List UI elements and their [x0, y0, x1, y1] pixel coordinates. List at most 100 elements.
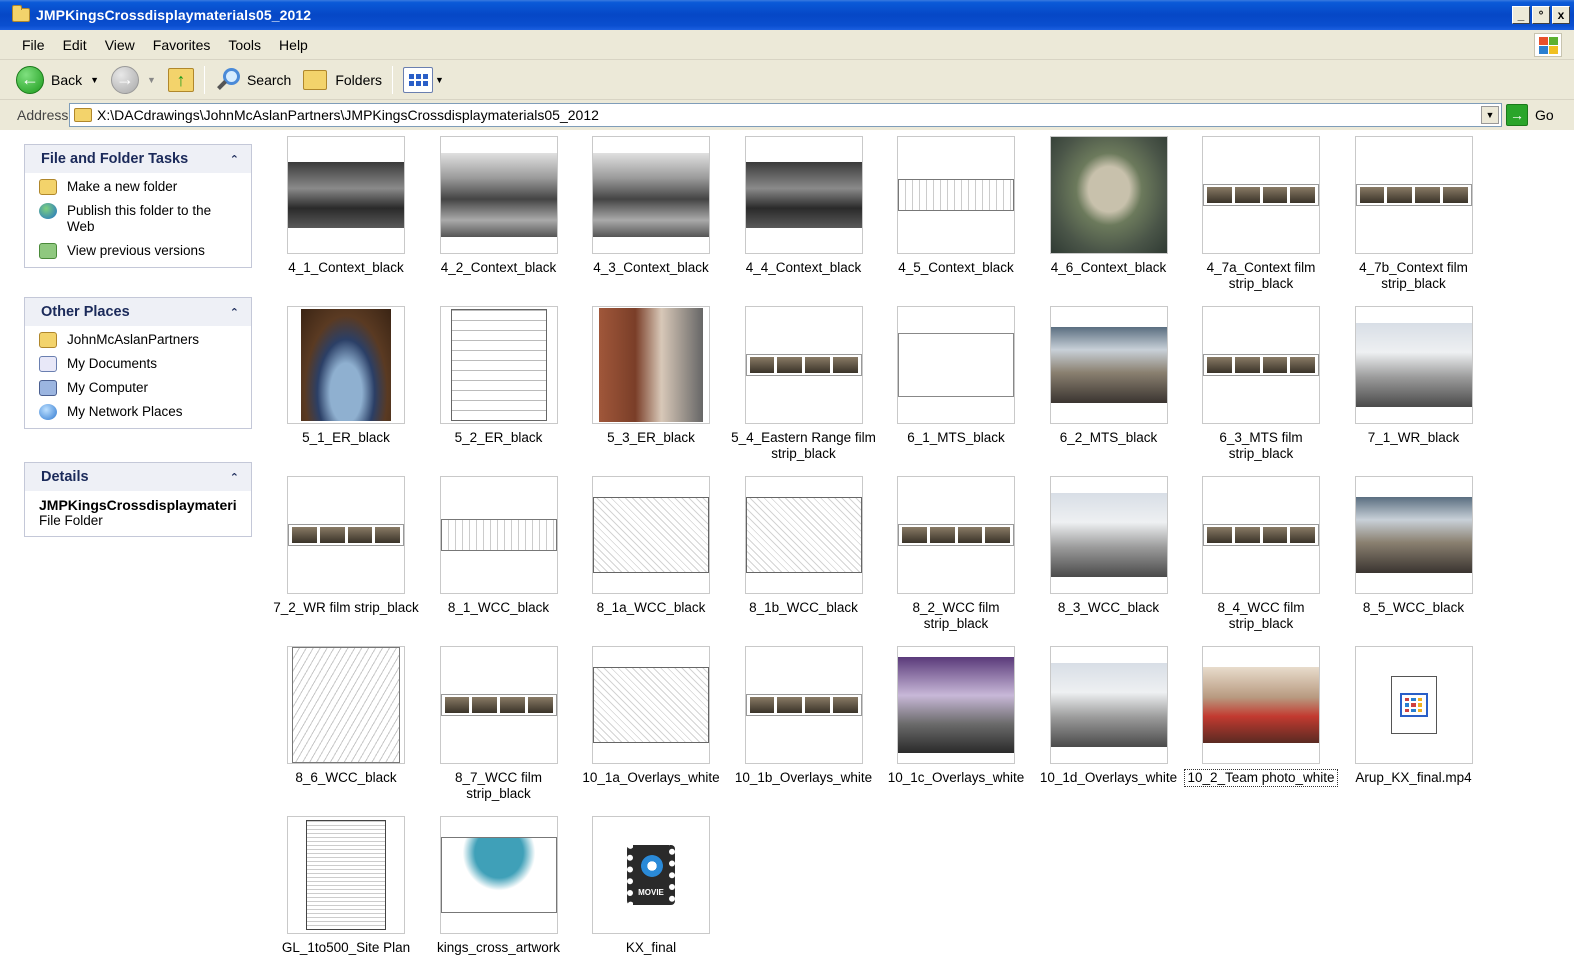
menu-edit[interactable]: Edit: [54, 37, 96, 53]
menu-tools[interactable]: Tools: [219, 37, 270, 53]
folders-button[interactable]: Folders: [297, 63, 388, 97]
file-name-label[interactable]: 10_1c_Overlays_white: [880, 770, 1032, 786]
file-item[interactable]: 7_2_WR film strip_black: [270, 476, 422, 616]
file-item[interactable]: 4_7a_Context film strip_black: [1185, 136, 1337, 292]
file-item[interactable]: 8_5_WCC_black: [1338, 476, 1490, 616]
file-thumbnail[interactable]: [897, 476, 1015, 594]
file-thumbnail[interactable]: [287, 646, 405, 764]
other-places-header[interactable]: Other Places ⌃: [25, 298, 251, 326]
place-my-network-places[interactable]: My Network Places: [39, 404, 239, 420]
file-item[interactable]: 5_1_ER_black: [270, 306, 422, 446]
file-thumbnail[interactable]: [1049, 476, 1168, 594]
file-item[interactable]: 8_1a_WCC_black: [575, 476, 727, 616]
file-name-label[interactable]: Arup_KX_final.mp4: [1338, 770, 1490, 786]
file-name-label[interactable]: 4_1_Context_black: [270, 260, 422, 276]
file-name-label[interactable]: 8_1a_WCC_black: [575, 600, 727, 616]
file-item[interactable]: 8_6_WCC_black: [270, 646, 422, 786]
menu-favorites[interactable]: Favorites: [144, 37, 220, 53]
file-name-label[interactable]: 4_5_Context_black: [880, 260, 1032, 276]
forward-dropdown-icon[interactable]: ▼: [147, 75, 156, 85]
file-name-label[interactable]: 10_1a_Overlays_white: [575, 770, 727, 786]
file-name-label[interactable]: 4_3_Context_black: [575, 260, 727, 276]
file-item[interactable]: 10_1c_Overlays_white: [880, 646, 1032, 786]
back-dropdown-icon[interactable]: ▼: [90, 75, 99, 85]
file-name-label[interactable]: 7_1_WR_black: [1338, 430, 1490, 446]
file-name-label[interactable]: 10_1d_Overlays_white: [1033, 770, 1185, 786]
up-folder-button[interactable]: ↑: [162, 63, 200, 97]
file-item[interactable]: 4_1_Context_black: [270, 136, 422, 276]
file-thumbnail[interactable]: [897, 306, 1015, 424]
file-item[interactable]: kings_cross_artwork: [423, 816, 575, 956]
file-name-label[interactable]: 8_6_WCC_black: [270, 770, 422, 786]
file-name-label[interactable]: 4_2_Context_black: [423, 260, 575, 276]
file-thumbnail[interactable]: [1202, 306, 1320, 424]
file-item[interactable]: 5_4_Eastern Range film strip_black: [728, 306, 880, 462]
file-item[interactable]: 4_5_Context_black: [880, 136, 1032, 276]
file-item[interactable]: 5_3_ER_black: [575, 306, 727, 446]
place-my-documents[interactable]: My Documents: [39, 356, 239, 372]
file-thumbnail[interactable]: [897, 646, 1015, 764]
file-item[interactable]: 6_1_MTS_black: [880, 306, 1032, 446]
file-thumbnail[interactable]: [744, 306, 863, 424]
file-thumbnail[interactable]: [439, 306, 558, 424]
task-view-previous-versions[interactable]: View previous versions: [39, 243, 239, 259]
menu-view[interactable]: View: [96, 37, 144, 53]
collapse-chevron-icon[interactable]: ⌃: [230, 471, 239, 484]
file-thumbnail[interactable]: [592, 476, 710, 594]
file-thumbnail[interactable]: [1202, 646, 1320, 764]
file-name-label[interactable]: 8_7_WCC film strip_black: [423, 770, 575, 802]
file-name-label[interactable]: 8_3_WCC_black: [1033, 600, 1185, 616]
file-name-label[interactable]: GL_1to500_Site Plan: [270, 940, 422, 956]
file-name-label[interactable]: 6_3_MTS film strip_black: [1185, 430, 1337, 462]
file-item[interactable]: 8_7_WCC film strip_black: [423, 646, 575, 802]
file-thumbnail[interactable]: [287, 476, 405, 594]
menu-file[interactable]: File: [0, 37, 54, 53]
file-thumbnail[interactable]: [592, 646, 710, 764]
file-name-label[interactable]: 8_4_WCC film strip_black: [1185, 600, 1337, 632]
file-thumbnail[interactable]: MOVIE: [592, 816, 710, 934]
views-button[interactable]: ▼: [397, 63, 450, 97]
file-item[interactable]: 8_3_WCC_black: [1033, 476, 1185, 616]
task-make-new-folder[interactable]: Make a new folder: [39, 179, 239, 195]
address-input[interactable]: X:\DACdrawings\JohnMcAslanPartners\JMPKi…: [69, 103, 1502, 127]
place-my-computer[interactable]: My Computer: [39, 380, 239, 396]
file-name-label[interactable]: 8_2_WCC film strip_black: [880, 600, 1032, 632]
file-thumbnail[interactable]: [287, 306, 405, 424]
file-item[interactable]: 7_1_WR_black: [1338, 306, 1490, 446]
file-item[interactable]: 4_4_Context_black: [728, 136, 880, 276]
file-name-label[interactable]: 8_1_WCC_black: [423, 600, 575, 616]
file-item[interactable]: 4_3_Context_black: [575, 136, 727, 276]
file-item[interactable]: MOVIE KX_final: [575, 816, 727, 956]
details-header[interactable]: Details ⌃: [25, 463, 251, 491]
file-name-label[interactable]: KX_final: [575, 940, 727, 956]
minimize-button[interactable]: _: [1512, 6, 1530, 24]
file-name-label[interactable]: 10_2_Team photo_white: [1184, 769, 1338, 787]
file-name-label[interactable]: 4_7a_Context film strip_black: [1185, 260, 1337, 292]
file-item[interactable]: 8_1b_WCC_black: [728, 476, 880, 616]
file-name-label[interactable]: 5_3_ER_black: [575, 430, 727, 446]
file-name-label[interactable]: 5_1_ER_black: [270, 430, 422, 446]
file-name-label[interactable]: 6_2_MTS_black: [1033, 430, 1185, 446]
file-item[interactable]: 6_3_MTS film strip_black: [1185, 306, 1337, 462]
file-item[interactable]: 10_1a_Overlays_white: [575, 646, 727, 786]
file-name-label[interactable]: 8_1b_WCC_black: [728, 600, 880, 616]
file-item[interactable]: 10_1d_Overlays_white: [1033, 646, 1185, 786]
search-button[interactable]: Search: [209, 63, 297, 97]
file-thumbnail[interactable]: [744, 136, 863, 254]
close-button[interactable]: x: [1552, 6, 1570, 24]
address-dropdown-icon[interactable]: ▼: [1481, 106, 1499, 124]
go-button[interactable]: → Go: [1506, 104, 1554, 126]
file-name-label[interactable]: 7_2_WR film strip_black: [270, 600, 422, 616]
file-thumbnail[interactable]: [592, 136, 710, 254]
file-item[interactable]: 8_4_WCC film strip_black: [1185, 476, 1337, 632]
file-item[interactable]: 10_1b_Overlays_white: [728, 646, 880, 786]
menu-help[interactable]: Help: [270, 37, 317, 53]
file-thumbnail[interactable]: [1049, 136, 1168, 254]
file-thumbnail[interactable]: [287, 816, 405, 934]
file-thumbnail[interactable]: [1354, 476, 1473, 594]
file-item[interactable]: 8_2_WCC film strip_black: [880, 476, 1032, 632]
file-name-label[interactable]: 4_4_Context_black: [728, 260, 880, 276]
file-item[interactable]: 6_2_MTS_black: [1033, 306, 1185, 446]
file-thumbnail[interactable]: [1354, 646, 1473, 764]
file-name-label[interactable]: 8_5_WCC_black: [1338, 600, 1490, 616]
